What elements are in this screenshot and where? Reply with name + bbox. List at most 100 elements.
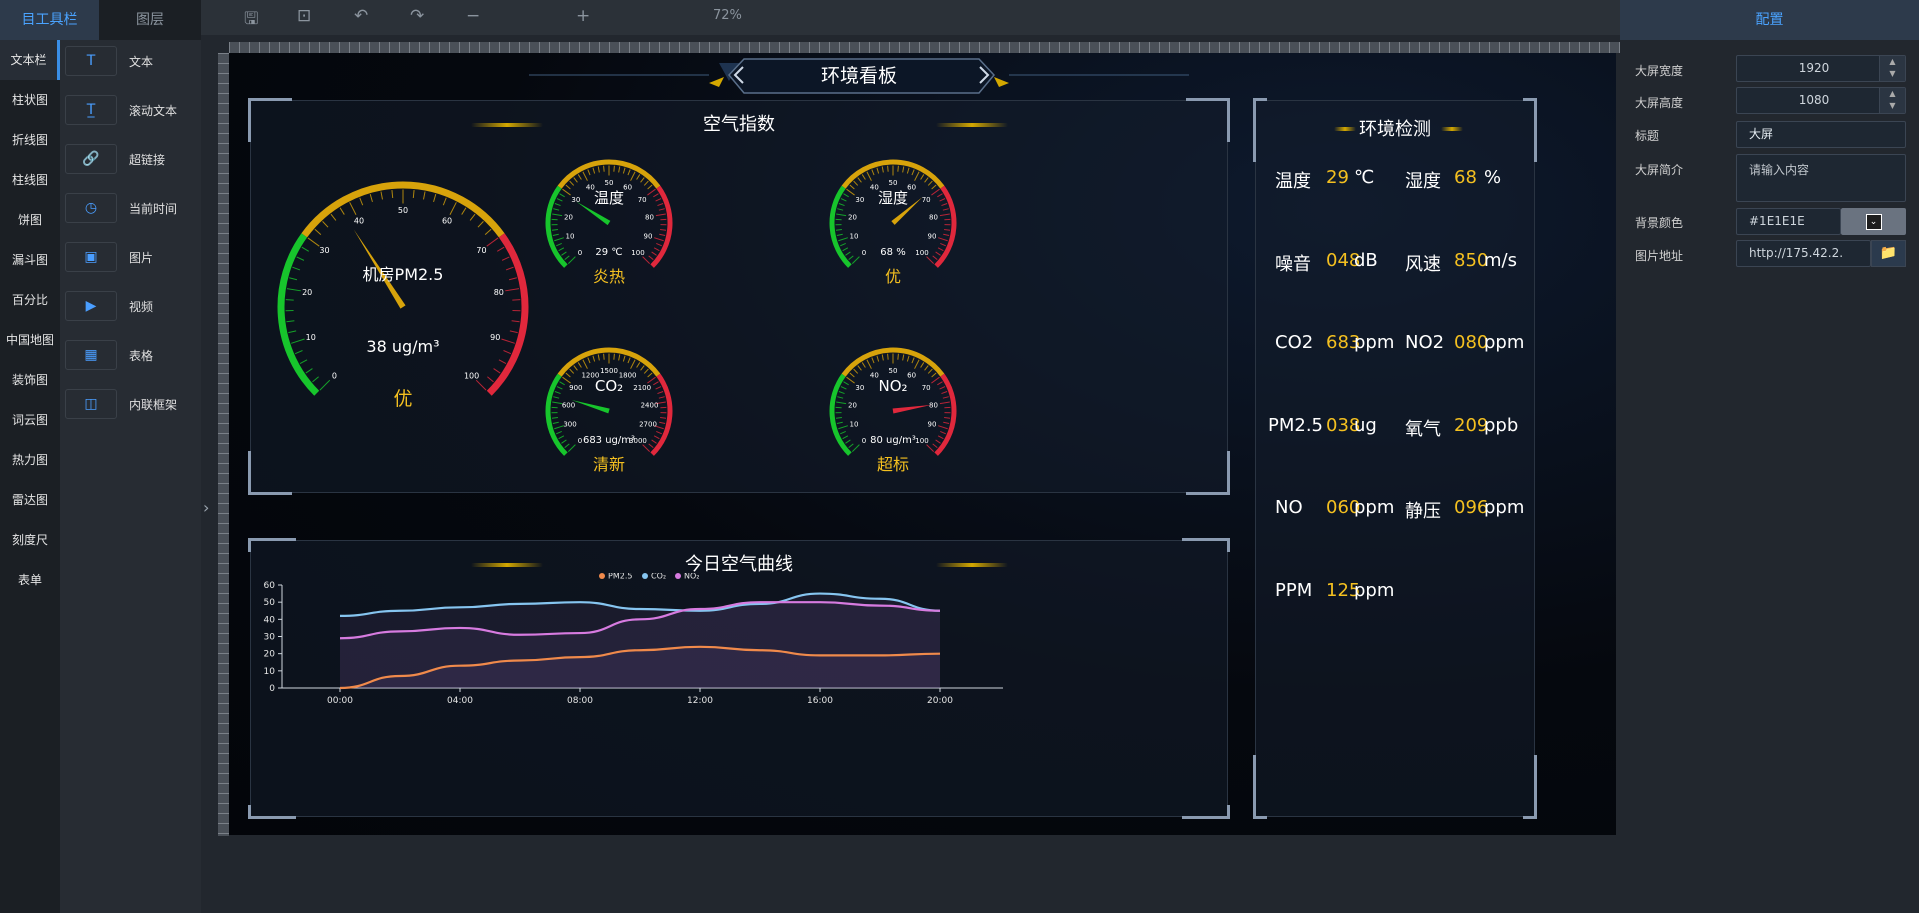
width-input[interactable]: 1920 ▲ ▼ — [1736, 55, 1906, 82]
legend-marker[interactable] — [675, 573, 681, 579]
height-stepper[interactable]: ▲ ▼ — [1879, 88, 1905, 113]
gauge-tick — [442, 197, 447, 206]
gauge-tick — [931, 188, 940, 196]
legend-label[interactable]: NO₂ — [684, 573, 700, 581]
category-item[interactable]: 雷达图 — [0, 480, 60, 520]
gauge-tick — [842, 435, 849, 440]
gauge-tick — [647, 184, 653, 190]
zoom-out-icon[interactable]: − — [466, 6, 480, 26]
dashboard-title: 环境看板 — [820, 65, 897, 87]
legend-label[interactable]: PM2.5 — [608, 573, 632, 581]
width-label: 大屏宽度 — [1635, 64, 1684, 78]
widget-icon: 🔗 — [65, 144, 117, 174]
title-input[interactable]: 大屏 — [1736, 121, 1906, 148]
gauge-tick — [931, 376, 940, 384]
x-tick-label: 12:00 — [687, 696, 713, 706]
bgcolor-label: 背景颜色 — [1635, 216, 1684, 230]
legend-marker[interactable] — [599, 573, 605, 579]
gauge-tick — [627, 169, 631, 176]
width-stepper[interactable]: ▲ ▼ — [1879, 56, 1905, 81]
category-item[interactable]: 表单 — [0, 560, 60, 600]
gauge-tick — [653, 247, 660, 252]
gauge-tick — [554, 391, 561, 395]
gauge-tick — [927, 180, 933, 186]
tab-tools[interactable]: 目工具栏 — [0, 0, 99, 40]
gauge-tick — [339, 207, 345, 215]
gauge-tick — [846, 188, 855, 196]
gauge-tick — [843, 193, 849, 198]
widget-label: 超链接 — [129, 152, 166, 167]
gauge-tick — [937, 435, 944, 440]
legend-marker[interactable] — [642, 573, 648, 579]
category-item[interactable]: 词云图 — [0, 400, 60, 440]
category-item[interactable]: 折线图 — [0, 120, 60, 160]
gauge-name: 温度 — [594, 189, 624, 207]
gauge-tick-label: 100 — [464, 372, 479, 381]
category-item[interactable]: 柱状图 — [0, 80, 60, 120]
gauge-tick — [857, 177, 862, 183]
tab-layers[interactable]: 图层 — [99, 0, 201, 40]
gauge-tick — [851, 256, 860, 265]
env-detection-panel[interactable]: 环境检测 温度 29 ℃ 湿度 68% 噪音 048 dB 风速 850 m/s CO2 683 ppm N… — [1253, 98, 1537, 819]
image-url-input[interactable]: http://175.42.2. — [1736, 240, 1871, 267]
gauge-tick — [838, 425, 848, 430]
widget-item[interactable]: T 文本 — [65, 43, 153, 79]
folder-icon[interactable]: 📁 — [1871, 240, 1906, 267]
env-label: NO2 — [1405, 332, 1445, 353]
legend-label[interactable]: CO₂ — [651, 573, 666, 581]
bgcolor-input[interactable]: #1E1E1E — [1736, 208, 1841, 235]
gauge-tick — [559, 193, 565, 198]
category-item[interactable]: 刻度尺 — [0, 520, 60, 560]
gauge-tick — [551, 416, 558, 419]
gauge-tick — [369, 194, 373, 202]
collapse-arrow-icon[interactable]: › — [203, 498, 209, 517]
screenshot-icon[interactable]: ⊡ — [297, 6, 311, 26]
gauge-tick — [312, 376, 319, 383]
category-item[interactable]: 饼图 — [0, 200, 60, 240]
color-picker-button[interactable]: ⌄ — [1841, 208, 1906, 235]
gauge-tick — [643, 180, 649, 186]
height-input[interactable]: 1080 ▲ ▼ — [1736, 87, 1906, 114]
intro-textarea[interactable]: 请输入内容 — [1736, 154, 1906, 202]
category-item[interactable]: 文本栏 — [0, 40, 60, 80]
redo-icon[interactable]: ↷ — [410, 6, 424, 26]
gauge-status: 超标 — [877, 455, 909, 474]
category-item[interactable]: 中国地图 — [0, 320, 60, 360]
category-item[interactable]: 装饰图 — [0, 360, 60, 400]
gauge-tick — [851, 444, 860, 453]
gauge-tick — [562, 188, 571, 196]
undo-icon[interactable]: ↶ — [354, 6, 368, 26]
category-item[interactable]: 百分比 — [0, 280, 60, 320]
widget-item[interactable]: 🔗 超链接 — [65, 141, 165, 177]
zoom-in-icon[interactable]: + — [576, 6, 590, 26]
gauge-tick — [840, 430, 846, 435]
widget-item[interactable]: T̲ 滚动文本 — [65, 92, 177, 128]
save-icon[interactable]: 🖫 — [244, 6, 258, 35]
env-value: 29 — [1326, 167, 1349, 188]
gauge-tick — [554, 203, 561, 207]
widget-item[interactable]: ▣ 图片 — [65, 239, 153, 275]
category-item[interactable]: 柱线图 — [0, 160, 60, 200]
gauge-tick — [622, 355, 626, 362]
widget-item[interactable]: ▶ 视频 — [65, 288, 153, 324]
gauge-tick — [924, 177, 929, 183]
category-list: 文本栏 柱状图 折线图 柱线图 饼图 漏斗图 百分比 中国地图 装饰图 词云图 热力图 雷达图 刻度尺表… — [0, 40, 60, 913]
gauge-tick — [940, 242, 946, 247]
env-unit: ppm — [1484, 497, 1525, 518]
widget-item[interactable]: ▦ 表格 — [65, 337, 153, 373]
widget-item[interactable]: ◷ 当前时间 — [65, 190, 177, 226]
widget-label: 当前时间 — [129, 201, 178, 216]
category-item[interactable]: 热力图 — [0, 440, 60, 480]
gauge-tick-label: 30 — [855, 196, 864, 204]
gauge-tick — [642, 256, 651, 265]
gauge-tick — [501, 338, 515, 344]
x-tick-label: 04:00 — [447, 696, 473, 706]
dashboard-canvas[interactable]: 环境看板 空气指数 0 10 20 30 40 50 60 70 80 90 100 机房PM2.5 3… — [229, 53, 1616, 835]
gauge-tick — [942, 208, 949, 211]
gauge-tick — [848, 255, 854, 261]
widget-item[interactable]: ◫ 内联框架 — [65, 386, 177, 422]
gauge-tick — [853, 368, 859, 374]
gauge-tick — [597, 166, 600, 173]
category-item[interactable]: 漏斗图 — [0, 240, 60, 280]
gauge-tick — [618, 166, 621, 173]
